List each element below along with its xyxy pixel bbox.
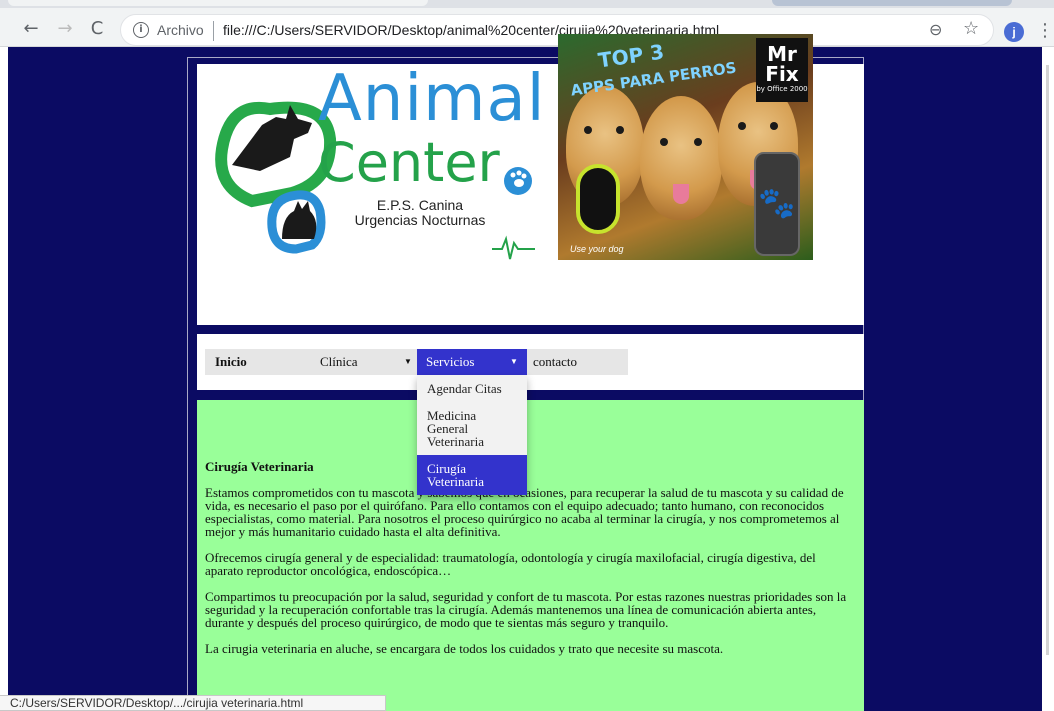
reload-icon[interactable]: C (86, 18, 108, 40)
paragraph-4: La cirugia veterinaria en aluche, se enc… (205, 641, 724, 656)
article: Cirugía Veterinaria Estamos comprometido… (205, 460, 857, 668)
dog-eye (770, 122, 778, 130)
zoom-icon[interactable]: ⊖ (929, 20, 942, 39)
nav-clinica[interactable]: Clínica (320, 349, 358, 375)
dropdown-item-cirugia-veterinaria[interactable]: Cirugía Veterinaria (417, 455, 527, 495)
dog-eye (584, 126, 592, 134)
scrollbar-thumb[interactable] (1046, 65, 1049, 655)
dog-eye (616, 126, 624, 134)
dog-app-badge-icon (576, 164, 620, 234)
scheme-label: Archivo (157, 22, 204, 38)
back-icon[interactable]: ← (20, 18, 42, 40)
logo-subtitle-urgencias: Urgencias Nocturnas (354, 212, 486, 228)
brand-sub: by Office 2000 (756, 85, 808, 93)
active-tab[interactable] (8, 0, 428, 6)
chevron-down-icon[interactable]: ▼ (404, 349, 412, 375)
dog-eye (694, 138, 702, 146)
browser-menu-icon[interactable]: ⋮ (1036, 20, 1054, 41)
brand-fix: Fix (765, 62, 799, 86)
dog-figure-middle (640, 96, 722, 220)
servicios-dropdown: Agendar Citas Medicina General Veterinar… (417, 375, 527, 495)
logo-subtitle-eps: E.P.S. Canina (376, 197, 464, 213)
other-tab[interactable] (772, 0, 1012, 6)
paragraph-1: Estamos comprometidos con tu mascota y s… (205, 485, 844, 539)
dropdown-item-agendar-citas[interactable]: Agendar Citas (417, 375, 527, 402)
paw-app-phone-icon: 🐾 (754, 152, 800, 256)
promo-title-top3: TOP 3 (596, 39, 666, 73)
mr-fix-brand-logo: Mr Fix by Office 2000 (756, 38, 808, 102)
main-content: Cirugía Veterinaria Estamos comprometido… (197, 400, 864, 711)
animal-center-logo: Animal Center E.P.S. Canina Urgencias No… (210, 57, 555, 292)
tab-strip (0, 0, 1054, 8)
browser-toolbar: ← → C i Archivo file:///C:/Users/SERVIDO… (0, 0, 1054, 47)
status-bar-url: C:/Users/SERVIDOR/Desktop/.../cirujia ve… (0, 695, 386, 711)
dog-eye (660, 138, 668, 146)
page-scrollbar[interactable] (1042, 47, 1054, 711)
dog-tongue (673, 184, 689, 204)
page-title: Cirugía Veterinaria (205, 459, 314, 474)
nav-contacto[interactable]: contacto (533, 349, 577, 375)
bookmark-star-icon[interactable]: ☆ (963, 18, 979, 39)
dog-eye (738, 122, 746, 130)
logo-word-animal: Animal (318, 62, 546, 136)
dropdown-item-medicina-general[interactable]: Medicina General Veterinaria (417, 402, 527, 455)
profile-avatar[interactable]: j (1004, 22, 1024, 42)
forward-icon[interactable]: → (54, 18, 76, 40)
chevron-down-icon[interactable]: ▼ (510, 349, 518, 375)
address-bar[interactable]: i Archivo file:///C:/Users/SERVIDOR/Desk… (120, 14, 994, 46)
logo-word-center: Center (318, 131, 500, 194)
promo-dogs-image: TOP 3 APPS PARA PERROS Mr Fix by Office … (558, 34, 813, 260)
promo-tagline: Use your dog (570, 244, 624, 254)
address-separator (213, 21, 214, 41)
paragraph-3: Compartimos tu preocupación por la salud… (205, 589, 847, 630)
info-icon[interactable]: i (133, 22, 149, 38)
paragraph-2: Ofrecemos cirugía general y de especiali… (205, 550, 816, 578)
nav-inicio[interactable]: Inicio (215, 349, 247, 375)
